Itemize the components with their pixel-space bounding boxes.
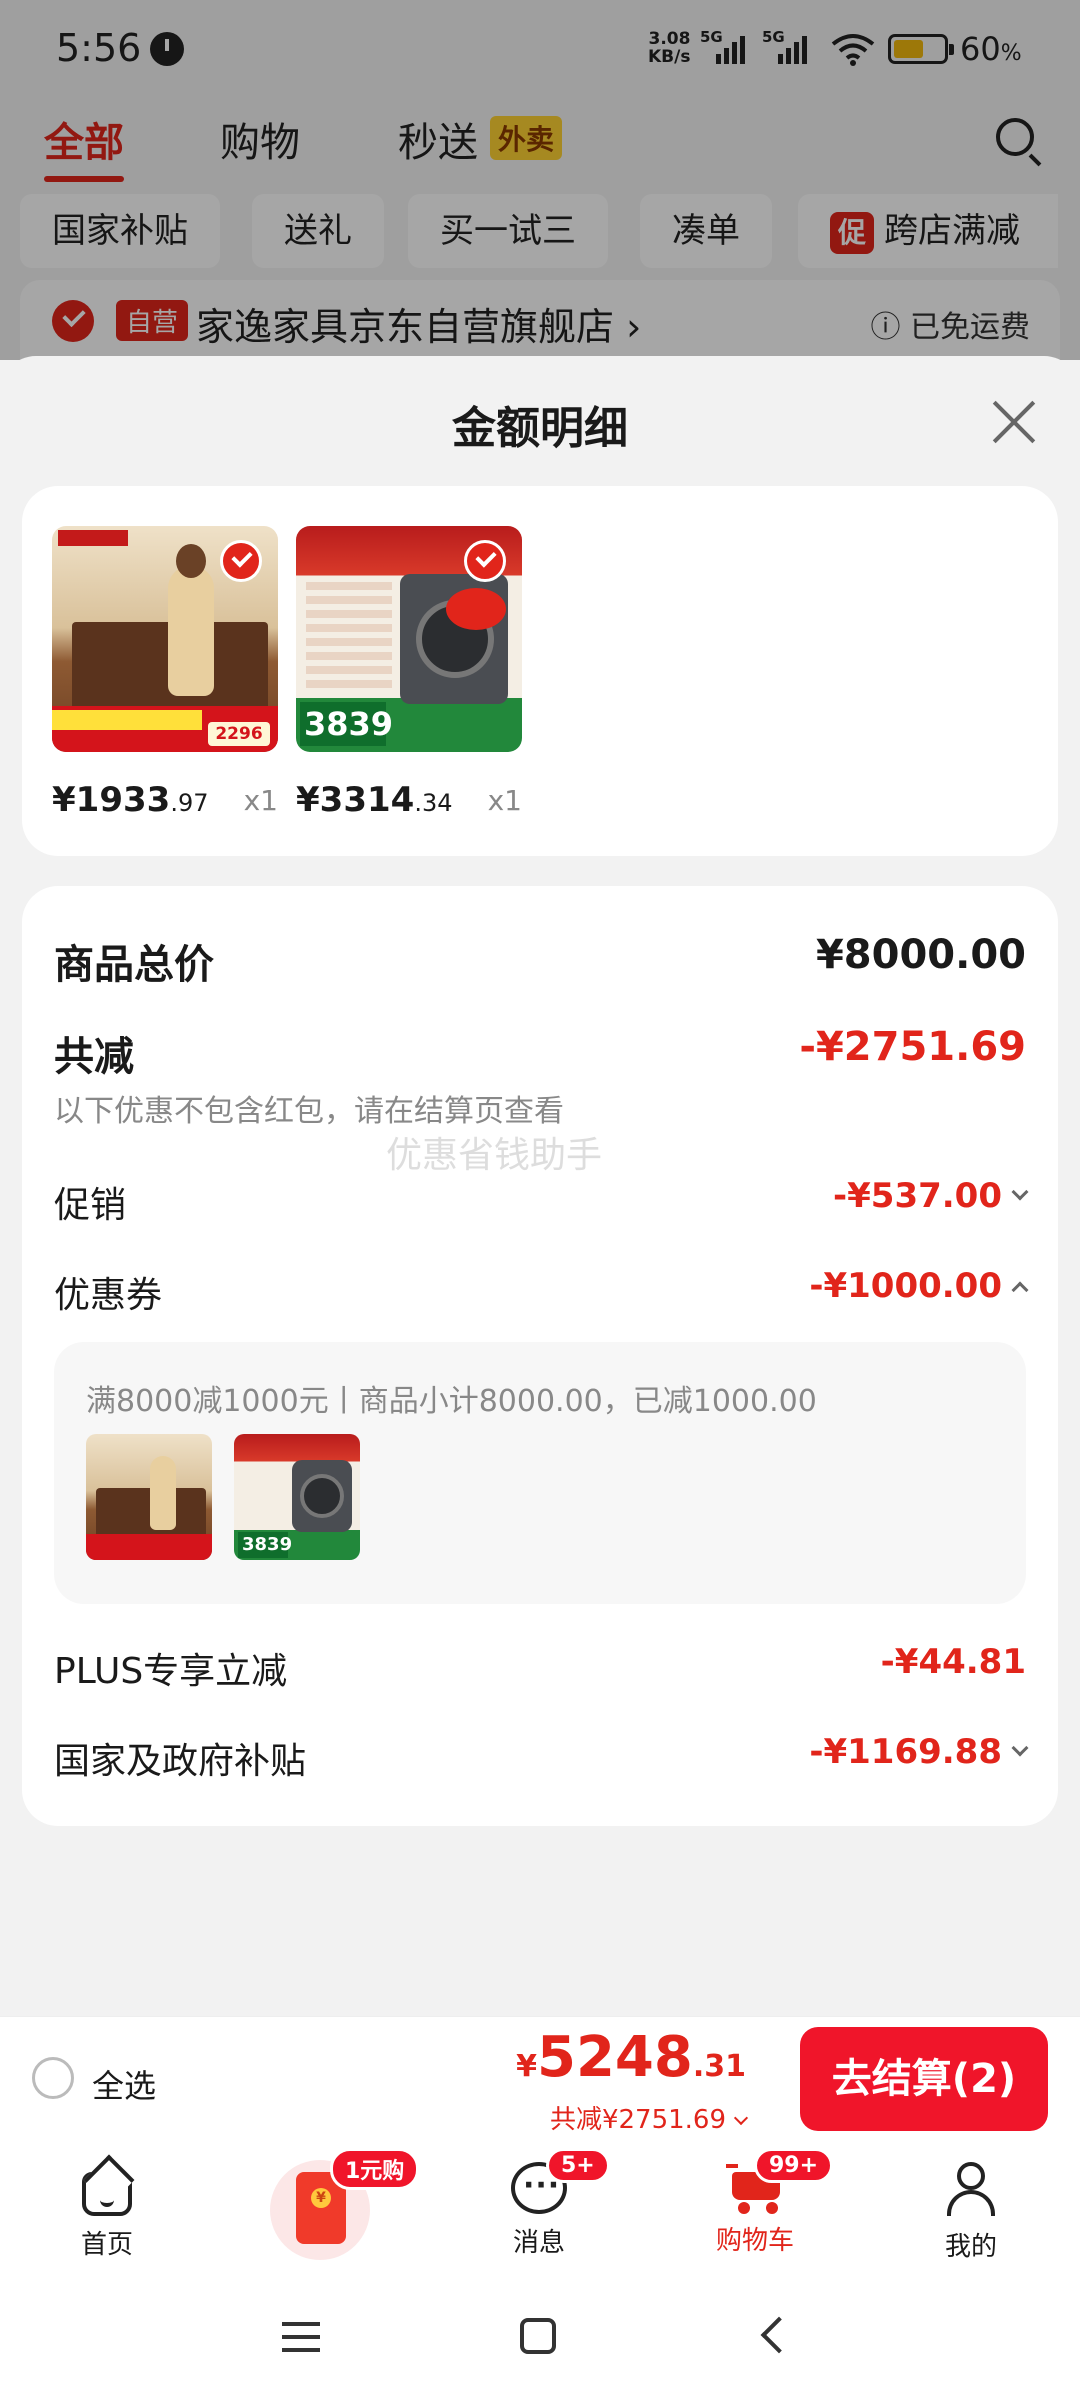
total-label: 商品总价 [54, 942, 214, 988]
thumb-price: 3839 [300, 702, 393, 746]
saved-amount[interactable]: 共减¥2751.69 [550, 2099, 749, 2136]
sheet-title: 金额明细 [452, 403, 628, 454]
plus-value: -¥44.81 [880, 1642, 1026, 1682]
coupon-product-thumb [86, 1434, 212, 1560]
close-icon[interactable] [990, 398, 1038, 446]
home-icon [82, 2172, 132, 2216]
plus-label: PLUS专享立减 [54, 1651, 288, 1692]
message-count-badge: 5+ [546, 2148, 610, 2183]
system-nav-bar [0, 2276, 1080, 2400]
chevron-up-icon [1011, 1281, 1029, 1298]
product-price: ¥3314.34 [296, 780, 453, 820]
back-icon[interactable] [760, 2316, 798, 2354]
coupon-product-thumb: 3839 [234, 1434, 360, 1560]
dim-overlay[interactable] [0, 0, 1080, 360]
bottom-tabbar: 首页 消息 购物车 我的 [0, 2144, 1080, 2276]
user-icon [943, 2162, 999, 2218]
thumb-price: 2296 [208, 722, 270, 746]
discount-value: -¥2751.69 [799, 1024, 1026, 1070]
discount-label: 共减 [54, 1034, 134, 1080]
check-icon [220, 540, 262, 582]
check-icon [464, 540, 506, 582]
chevron-down-icon [1011, 1739, 1029, 1756]
chevron-down-icon [733, 2110, 749, 2126]
menu-icon[interactable] [282, 2322, 320, 2352]
discount-note: 以下优惠不包含红包，请在结算页查看 [54, 1094, 564, 1129]
promo-label: 促销 [54, 1185, 127, 1226]
coupon-value-wrap: -¥1000.00 [809, 1266, 1029, 1306]
total-value: ¥8000.00 [815, 932, 1026, 978]
price-detail-card: 商品总价 ¥8000.00 共减 -¥2751.69 以下优惠不包含红包，请在结… [22, 886, 1058, 1826]
promo-value-wrap: -¥537.00 [833, 1176, 1029, 1216]
product-qty: x1 [243, 784, 278, 817]
product-price: ¥1933.97 [52, 780, 209, 820]
one-yuan-badge: 1元购 [330, 2148, 420, 2190]
cart-count-badge: 99+ [754, 2148, 834, 2183]
product-qty: x1 [487, 784, 522, 817]
select-all-checkbox[interactable] [32, 2057, 74, 2099]
products-card: 2296 ¥1933.97 x1 3839 ¥3314.34 x1 [22, 486, 1058, 856]
coupon-detail-box: 满8000减1000元丨商品小计8000.00，已减1000.00 3839 [54, 1342, 1026, 1604]
tab-home[interactable]: 首页 [32, 2162, 182, 2261]
checkout-bar: 全选 ¥5248.31 共减¥2751.69 去结算(2) [0, 2016, 1080, 2144]
checkout-button[interactable]: 去结算(2) [800, 2027, 1048, 2131]
coupon-label: 优惠券 [54, 1275, 163, 1316]
chevron-down-icon [1011, 1183, 1029, 1200]
watermark: 优惠省钱助手 [386, 1135, 603, 1176]
coupon-description: 满8000减1000元丨商品小计8000.00，已减1000.00 [86, 1384, 817, 1419]
amount-detail-sheet: 金额明细 2296 ¥1933.97 x1 3839 ¥3314.34 x1 商… [0, 356, 1080, 2016]
subsidy-label: 国家及政府补贴 [54, 1741, 307, 1782]
home-square-icon[interactable] [520, 2318, 556, 2354]
tab-me[interactable]: 我的 [896, 2162, 1046, 2263]
total-amount: ¥5248.31 [516, 2025, 746, 2090]
select-all-label[interactable]: 全选 [92, 2061, 156, 2107]
subsidy-value-wrap: -¥1169.88 [809, 1732, 1029, 1772]
